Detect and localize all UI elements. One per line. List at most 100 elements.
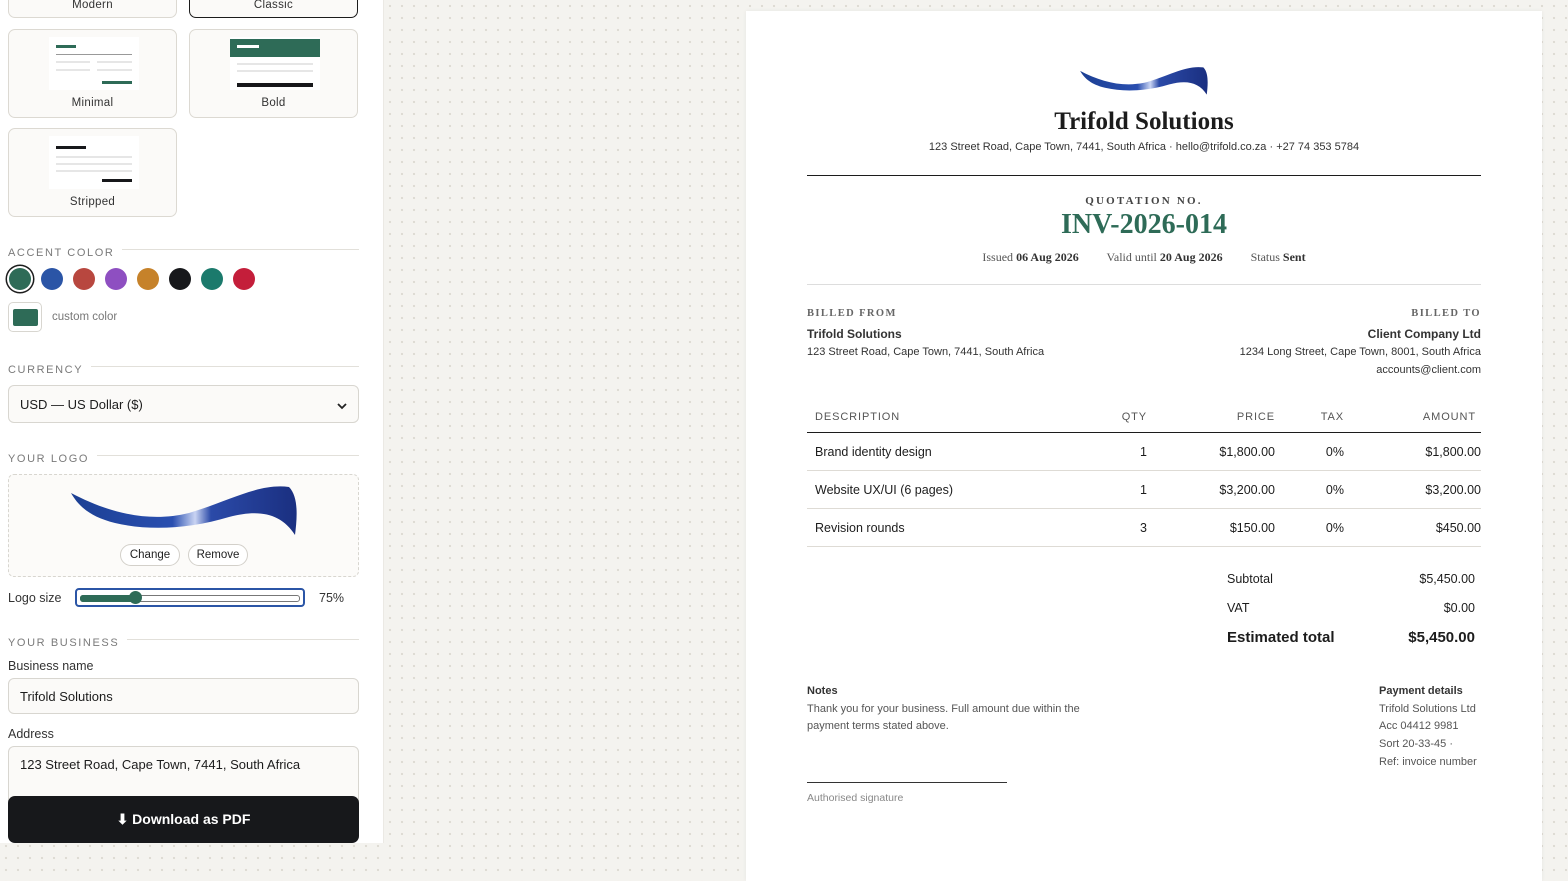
table-row-divider <box>807 546 1481 547</box>
business-name-label: Business name <box>8 659 94 673</box>
item-price: $150.00 <box>1229 521 1275 535</box>
total-value: $5,450.00 <box>1408 629 1475 646</box>
item-tax: 0% <box>1325 483 1344 497</box>
accent-swatch[interactable] <box>105 268 127 290</box>
business-name-field[interactable]: Trifold Solutions <box>8 678 359 714</box>
logo-size-value: 75% <box>319 591 345 605</box>
accent-swatch[interactable] <box>233 268 255 290</box>
change-logo-button[interactable]: Change <box>120 544 180 566</box>
custom-color-picker[interactable] <box>8 302 42 332</box>
currency-select[interactable]: USD — US Dollar ($) <box>8 385 359 423</box>
payment-line: Trifold Solutions Ltd <box>1379 703 1476 715</box>
logo-dropzone[interactable]: Change Remove <box>8 474 359 577</box>
item-amount: $450.00 <box>1435 521 1481 535</box>
template-label: Stripped <box>69 196 116 208</box>
template-modern[interactable]: Modern <box>8 0 177 18</box>
item-description: Website UX/UI (6 pages) <box>815 483 954 497</box>
logo-size-slider[interactable] <box>75 588 305 607</box>
table-row-divider <box>807 470 1481 471</box>
remove-logo-button[interactable]: Remove <box>188 544 248 566</box>
valid-date: 20 Aug 2026 <box>1159 250 1223 264</box>
item-qty: 1 <box>1140 445 1147 459</box>
currency-select-value: USD — US Dollar ($) <box>20 397 143 412</box>
section-heading-text: ACCENT COLOR <box>8 247 123 259</box>
billed-to-heading: BILLED TO <box>1411 308 1481 319</box>
accent-swatch[interactable] <box>73 268 95 290</box>
issued-date: 06 Aug 2026 <box>1016 250 1079 264</box>
template-bold[interactable]: Bold <box>189 29 358 118</box>
section-heading-text: YOUR LOGO <box>8 453 98 465</box>
chevron-down-icon <box>336 386 348 423</box>
custom-color-preview <box>13 309 38 326</box>
download-pdf-button[interactable]: ⬇ Download as PDF <box>8 796 359 843</box>
signature-label: Authorised signature <box>807 792 904 804</box>
item-tax: 0% <box>1325 521 1344 535</box>
column-description: DESCRIPTION <box>815 411 901 423</box>
template-thumbnail <box>49 136 139 189</box>
vat-value: $0.00 <box>1443 601 1475 615</box>
accent-swatch[interactable] <box>41 268 63 290</box>
payment-heading: Payment details <box>1379 685 1463 697</box>
item-amount: $1,800.00 <box>1425 445 1481 459</box>
template-thumbnail <box>49 37 139 90</box>
section-heading-accent: ACCENT COLOR <box>8 243 359 259</box>
template-minimal[interactable]: Minimal <box>8 29 177 118</box>
quote-label: QUOTATION NO. <box>1085 195 1203 207</box>
quotation-preview: Trifold Solutions 123 Street Road, Cape … <box>746 11 1542 881</box>
billed-to-address: 1234 Long Street, Cape Town, 8001, South… <box>1239 346 1481 358</box>
meta-divider <box>807 284 1481 285</box>
settings-sidebar: Modern Classic Minimal Bold Stripped ACC… <box>0 0 384 843</box>
valid-label: Valid until <box>1106 250 1157 264</box>
template-label: Bold <box>261 97 286 109</box>
issued-label: Issued <box>982 250 1014 264</box>
payment-line: Ref: invoice number <box>1379 756 1477 768</box>
column-price: PRICE <box>1236 411 1275 423</box>
template-label: Modern <box>72 0 113 11</box>
payment-line: Acc 04412 9981 <box>1379 720 1459 732</box>
accent-swatch[interactable] <box>169 268 191 290</box>
item-description: Revision rounds <box>815 521 905 535</box>
billed-to-email: accounts@client.com <box>1376 364 1481 376</box>
address-label: Address <box>8 727 54 741</box>
template-classic[interactable]: Classic <box>189 0 358 18</box>
subtotal-value: $5,450.00 <box>1419 572 1475 586</box>
billed-from-heading: BILLED FROM <box>807 308 897 319</box>
accent-swatch[interactable] <box>9 268 31 290</box>
item-amount: $3,200.00 <box>1425 483 1481 497</box>
section-heading-logo: YOUR LOGO <box>8 449 359 465</box>
logo-preview <box>71 486 297 535</box>
slider-fill <box>80 595 135 602</box>
business-name-value: Trifold Solutions <box>20 689 113 704</box>
company-contact: 123 Street Road, Cape Town, 7441, South … <box>928 141 1360 153</box>
accent-swatch[interactable] <box>137 268 159 290</box>
quote-number: INV-2026-014 <box>1061 209 1227 240</box>
slider-thumb[interactable] <box>129 591 142 604</box>
table-row-divider <box>807 508 1481 509</box>
column-tax: TAX <box>1320 411 1344 423</box>
column-amount: AMOUNT <box>1422 411 1476 423</box>
vat-label: VAT <box>1227 601 1250 615</box>
item-price: $1,800.00 <box>1219 445 1275 459</box>
table-header-rule <box>807 432 1481 433</box>
item-tax: 0% <box>1325 445 1344 459</box>
status-label: Status <box>1250 250 1280 264</box>
notes-line: Thank you for your business. Full amount… <box>807 703 1080 715</box>
section-heading-text: CURRENCY <box>8 364 92 376</box>
header-divider <box>807 175 1481 176</box>
accent-swatch[interactable] <box>201 268 223 290</box>
section-heading-text: YOUR BUSINESS <box>8 637 128 649</box>
notes-line: payment terms stated above. <box>807 720 949 732</box>
status-value: Sent <box>1282 250 1306 264</box>
company-logo <box>1080 67 1208 95</box>
billed-from-address: 123 Street Road, Cape Town, 7441, South … <box>807 346 1045 358</box>
item-description: Brand identity design <box>815 445 932 459</box>
logo-size-label: Logo size <box>8 591 62 605</box>
template-stripped[interactable]: Stripped <box>8 128 177 217</box>
template-thumbnail <box>230 37 320 90</box>
subtotal-label: Subtotal <box>1227 572 1273 586</box>
company-name: Trifold Solutions <box>1054 108 1234 135</box>
custom-color-label: custom color <box>52 311 118 323</box>
total-label: Estimated total <box>1227 629 1335 646</box>
section-heading-currency: CURRENCY <box>8 360 359 376</box>
item-qty: 1 <box>1140 483 1147 497</box>
